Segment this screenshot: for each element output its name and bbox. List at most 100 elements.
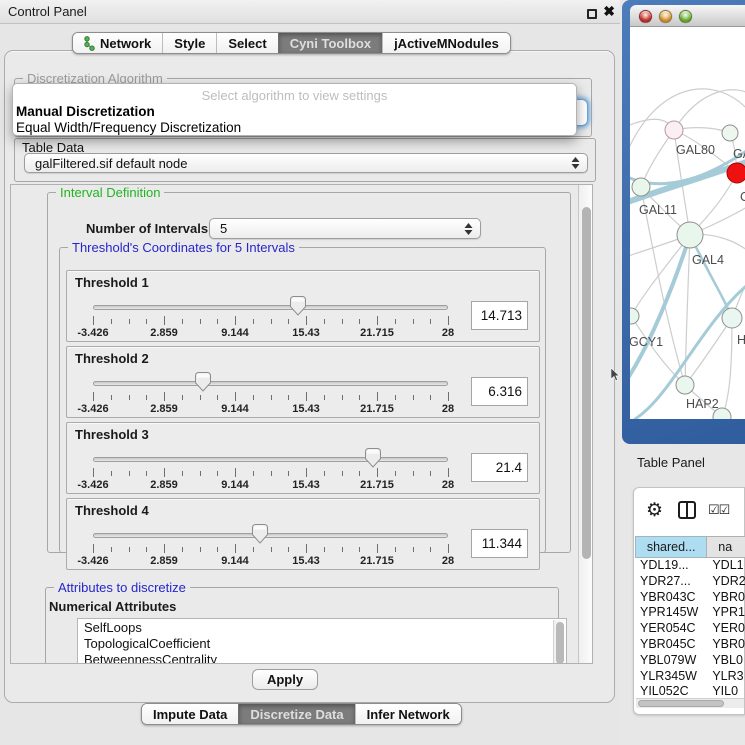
- table-row[interactable]: YBL079WYBL0: [635, 653, 745, 669]
- table-row[interactable]: YPR145WYPR1: [635, 605, 745, 621]
- numerical-attributes-list[interactable]: SelfLoopsTopologicalCoefficientBetweenne…: [77, 618, 567, 664]
- network-node[interactable]: [676, 376, 694, 394]
- tick-mark: [288, 471, 289, 476]
- tab-cyni-toolbox[interactable]: Cyni Toolbox: [278, 33, 382, 53]
- slider-thumb[interactable]: [290, 296, 306, 316]
- tick-mark: [342, 319, 343, 324]
- threshold-label: Threshold 4: [75, 503, 149, 518]
- column-header-name[interactable]: na: [706, 536, 745, 558]
- network-node[interactable]: [722, 125, 738, 141]
- network-node[interactable]: [665, 121, 683, 139]
- threshold-slider-track[interactable]: [93, 457, 448, 462]
- table-hscrollbar-thumb[interactable]: [638, 700, 724, 707]
- tab-jactivemnodules[interactable]: jActiveMNodules: [382, 33, 510, 53]
- close-icon[interactable]: ✖: [603, 3, 615, 20]
- number-of-intervals-combobox[interactable]: 5: [209, 218, 481, 239]
- attributes-list-scrollbar[interactable]: [553, 620, 565, 664]
- threshold-slider-track[interactable]: [93, 305, 448, 310]
- slider-ticks: [93, 392, 448, 402]
- attribute-list-item[interactable]: BetweennessCentrality: [78, 651, 566, 664]
- table-cell: YBR045C: [635, 637, 706, 653]
- tick-mark: [235, 316, 236, 325]
- tick-label: 21.715: [360, 327, 394, 339]
- tick-mark: [324, 547, 325, 552]
- network-node[interactable]: [722, 308, 742, 328]
- table-row[interactable]: YBR043CYBR0: [635, 590, 745, 606]
- tab-infer-network[interactable]: Infer Network: [355, 704, 461, 724]
- tick-mark: [395, 319, 396, 324]
- tick-mark: [93, 468, 94, 477]
- tab-style[interactable]: Style: [162, 33, 216, 53]
- tick-mark: [235, 544, 236, 553]
- threshold-value-field[interactable]: [471, 529, 528, 558]
- threshold-value-field[interactable]: [471, 453, 528, 482]
- tick-mark: [217, 319, 218, 324]
- network-node[interactable]: [677, 222, 703, 248]
- table-horizontal-scrollbar[interactable]: [636, 698, 744, 708]
- table-cell: YDL19...: [635, 558, 706, 574]
- network-node[interactable]: [727, 163, 745, 183]
- tick-mark: [377, 544, 378, 553]
- tick-mark: [271, 547, 272, 552]
- threshold-value-field[interactable]: [471, 301, 528, 330]
- network-node-label: GA: [733, 147, 745, 161]
- mac-close-button[interactable]: [639, 10, 652, 23]
- apply-button[interactable]: Apply: [252, 669, 318, 690]
- attributes-scrollbar-thumb[interactable]: [556, 622, 564, 664]
- column-header-shared-name[interactable]: shared...: [635, 536, 706, 558]
- tick-mark: [93, 544, 94, 553]
- mac-zoom-button[interactable]: [679, 10, 692, 23]
- attribute-list-item[interactable]: TopologicalCoefficient: [78, 635, 566, 651]
- network-view-canvas[interactable]: GAL80GACGAL11GAL4GCY1HHAP2: [630, 27, 745, 419]
- tick-mark: [200, 547, 201, 552]
- table-row[interactable]: YLR345WYLR3: [635, 669, 745, 685]
- columns-icon[interactable]: [678, 501, 696, 519]
- table-row[interactable]: YBR045CYBR0: [635, 637, 745, 653]
- table-row[interactable]: YDR27...YDR2: [635, 574, 745, 590]
- tick-mark: [164, 392, 165, 401]
- slider-thumb[interactable]: [252, 524, 268, 544]
- threshold-slider-track[interactable]: [93, 381, 448, 386]
- cyni-bottom-tabbar: Impute Data Discretize Data Infer Networ…: [141, 703, 462, 725]
- gear-icon[interactable]: ⚙: [646, 499, 663, 522]
- tick-mark: [342, 547, 343, 552]
- slider-tick-labels: -3.4262.8599.14415.4321.71528: [93, 555, 448, 567]
- settings-scrollbar-thumb[interactable]: [582, 207, 591, 559]
- attribute-list-item[interactable]: SelfLoops: [78, 619, 566, 635]
- popup-item-manual-discretization[interactable]: Manual Discretization: [16, 104, 155, 119]
- network-node-label: H: [737, 333, 745, 347]
- tick-mark: [430, 319, 431, 324]
- threshold-value-field[interactable]: [471, 377, 528, 406]
- tab-discretize-data[interactable]: Discretize Data: [238, 704, 354, 724]
- tick-label: -3.426: [77, 403, 108, 415]
- mac-minimize-button[interactable]: [659, 10, 672, 23]
- tick-mark: [253, 319, 254, 324]
- tick-mark: [200, 319, 201, 324]
- tab-impute-data[interactable]: Impute Data: [142, 704, 238, 724]
- combobox-stepper-icon: [571, 157, 580, 169]
- slider-ticks: [93, 544, 448, 554]
- table-body: YDL19...YDL1YDR27...YDR2YBR043CYBR0YPR14…: [635, 558, 745, 698]
- threshold-label: Threshold 2: [75, 351, 149, 366]
- tick-mark: [288, 395, 289, 400]
- slider-thumb[interactable]: [195, 372, 211, 392]
- slider-tick-labels: -3.4262.8599.14415.4321.71528: [93, 327, 448, 339]
- table-row[interactable]: YDL19...YDL1: [635, 558, 745, 574]
- network-node[interactable]: [632, 178, 650, 196]
- settings-vertical-scrollbar[interactable]: [578, 185, 593, 663]
- network-node[interactable]: [630, 308, 639, 324]
- control-panel-titlebar: Control Panel ✖: [0, 0, 620, 24]
- threshold-panel: Threshold 4 -3.4262.8599.14415.4321.7152…: [66, 498, 540, 570]
- float-window-icon[interactable]: [587, 9, 597, 19]
- checkboxes-icon[interactable]: ☑☑: [708, 502, 729, 518]
- table-row[interactable]: YER054CYER0: [635, 621, 745, 637]
- tick-label: 2.859: [150, 403, 178, 415]
- table-data-combobox[interactable]: galFiltered.sif default node: [24, 153, 588, 173]
- tab-network[interactable]: Network: [73, 33, 162, 53]
- table-cell: YLR345W: [635, 669, 706, 685]
- threshold-slider-track[interactable]: [93, 533, 448, 538]
- popup-item-equal-width-frequency[interactable]: Equal Width/Frequency Discretization: [16, 120, 241, 135]
- slider-thumb[interactable]: [365, 448, 381, 468]
- tab-select[interactable]: Select: [216, 33, 277, 53]
- tick-label: 28: [442, 479, 454, 491]
